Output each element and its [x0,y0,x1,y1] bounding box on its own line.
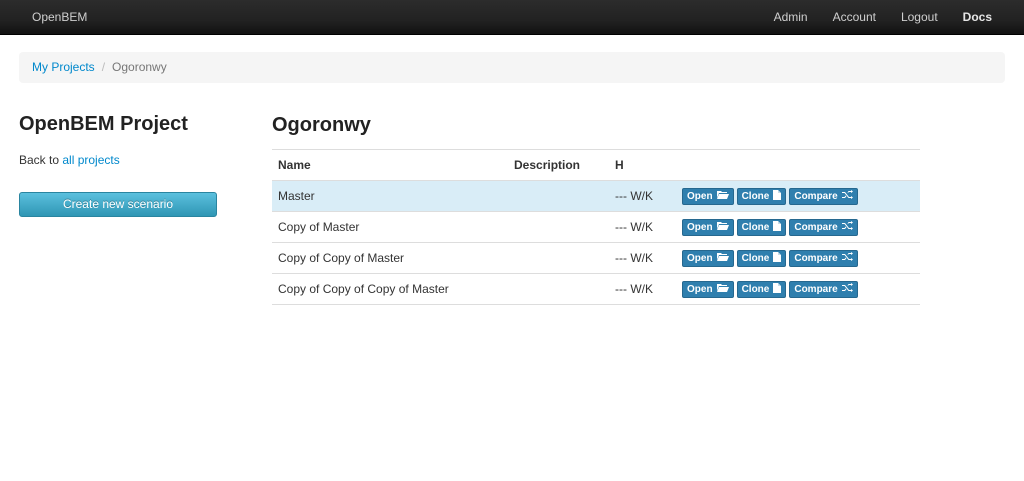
back-line: Back to all projects [19,153,219,167]
scenario-description [508,211,609,243]
all-projects-link[interactable]: all projects [62,153,119,167]
file-icon [769,251,782,265]
breadcrumb-current: Ogoronwy [112,60,167,74]
folder-open-icon [713,221,729,233]
shuffle-icon [838,252,853,264]
folder-open-icon [713,190,729,202]
column-header-name: Name [272,149,508,181]
main-content: Ogoronwy Name Description H Master --- W/… [272,112,920,305]
clone-button-label: Clone [741,283,770,295]
table-row: Copy of Copy of Master --- W/K Open Clone Co… [272,242,920,274]
clone-button[interactable]: Clone [736,249,787,267]
nav-logout-link[interactable]: Logout [901,10,938,24]
open-button[interactable]: Open [682,187,734,205]
open-button-label: Open [687,221,713,233]
scenario-name: Copy of Master [272,211,508,243]
create-new-scenario-button[interactable]: Create new scenario [19,192,217,217]
shuffle-icon [838,283,853,295]
scenario-actions: Open Clone Compare [676,242,920,274]
nav-links: Admin Account Logout Docs [749,10,992,24]
brand-link[interactable]: OpenBEM [32,10,87,24]
sidebar: OpenBEM Project Back to all projects Cre… [19,112,219,217]
open-button-label: Open [687,283,713,295]
table-header-row: Name Description H [272,149,920,181]
file-icon [769,220,782,234]
column-header-description: Description [508,149,609,181]
scenario-actions: Open Clone Compare [676,273,920,305]
compare-button[interactable]: Compare [789,218,858,236]
compare-button-label: Compare [794,190,838,202]
compare-button[interactable]: Compare [789,280,858,298]
compare-button[interactable]: Compare [789,249,858,267]
clone-button[interactable]: Clone [736,280,787,298]
breadcrumb: My Projects / Ogoronwy [19,52,1005,83]
scenario-name: Copy of Copy of Copy of Master [272,273,508,305]
compare-button[interactable]: Compare [789,187,858,205]
top-navbar: OpenBEM Admin Account Logout Docs [0,0,1024,35]
shuffle-icon [838,221,853,233]
open-button[interactable]: Open [682,280,734,298]
nav-admin-link[interactable]: Admin [774,10,808,24]
table-row: Master --- W/K Open Clone Compare [272,180,920,212]
open-button[interactable]: Open [682,249,734,267]
table-row: Copy of Master --- W/K Open Clone Compare [272,211,920,243]
scenario-h-value: --- W/K [609,273,676,305]
open-button-label: Open [687,252,713,264]
clone-button[interactable]: Clone [736,218,787,236]
breadcrumb-my-projects[interactable]: My Projects [32,60,95,74]
file-icon [769,189,782,203]
scenario-actions: Open Clone Compare [676,211,920,243]
scenario-description [508,242,609,274]
scenario-actions: Open Clone Compare [676,180,920,212]
column-header-h: H [609,149,676,181]
scenario-name: Master [272,180,508,212]
clone-button-label: Clone [741,252,770,264]
scenario-h-value: --- W/K [609,180,676,212]
back-prefix: Back to [19,153,63,167]
clone-button-label: Clone [741,221,770,233]
clone-button-label: Clone [741,190,770,202]
scenario-h-value: --- W/K [609,211,676,243]
sidebar-title: OpenBEM Project [19,113,188,135]
breadcrumb-separator: / [101,60,106,74]
scenarios-table: Name Description H Master --- W/K Open Clon… [272,149,920,305]
file-icon [769,282,782,296]
open-button[interactable]: Open [682,218,734,236]
scenario-h-value: --- W/K [609,242,676,274]
page-title: Ogoronwy [272,114,371,136]
compare-button-label: Compare [794,283,838,295]
nav-account-link[interactable]: Account [833,10,876,24]
scenario-description [508,180,609,212]
scenario-description [508,273,609,305]
open-button-label: Open [687,190,713,202]
scenario-name: Copy of Copy of Master [272,242,508,274]
nav-docs-link[interactable]: Docs [963,10,992,24]
clone-button[interactable]: Clone [736,187,787,205]
shuffle-icon [838,190,853,202]
compare-button-label: Compare [794,252,838,264]
column-header-actions [676,149,920,181]
folder-open-icon [713,283,729,295]
compare-button-label: Compare [794,221,838,233]
table-row: Copy of Copy of Copy of Master --- W/K Ope… [272,273,920,305]
folder-open-icon [713,252,729,264]
